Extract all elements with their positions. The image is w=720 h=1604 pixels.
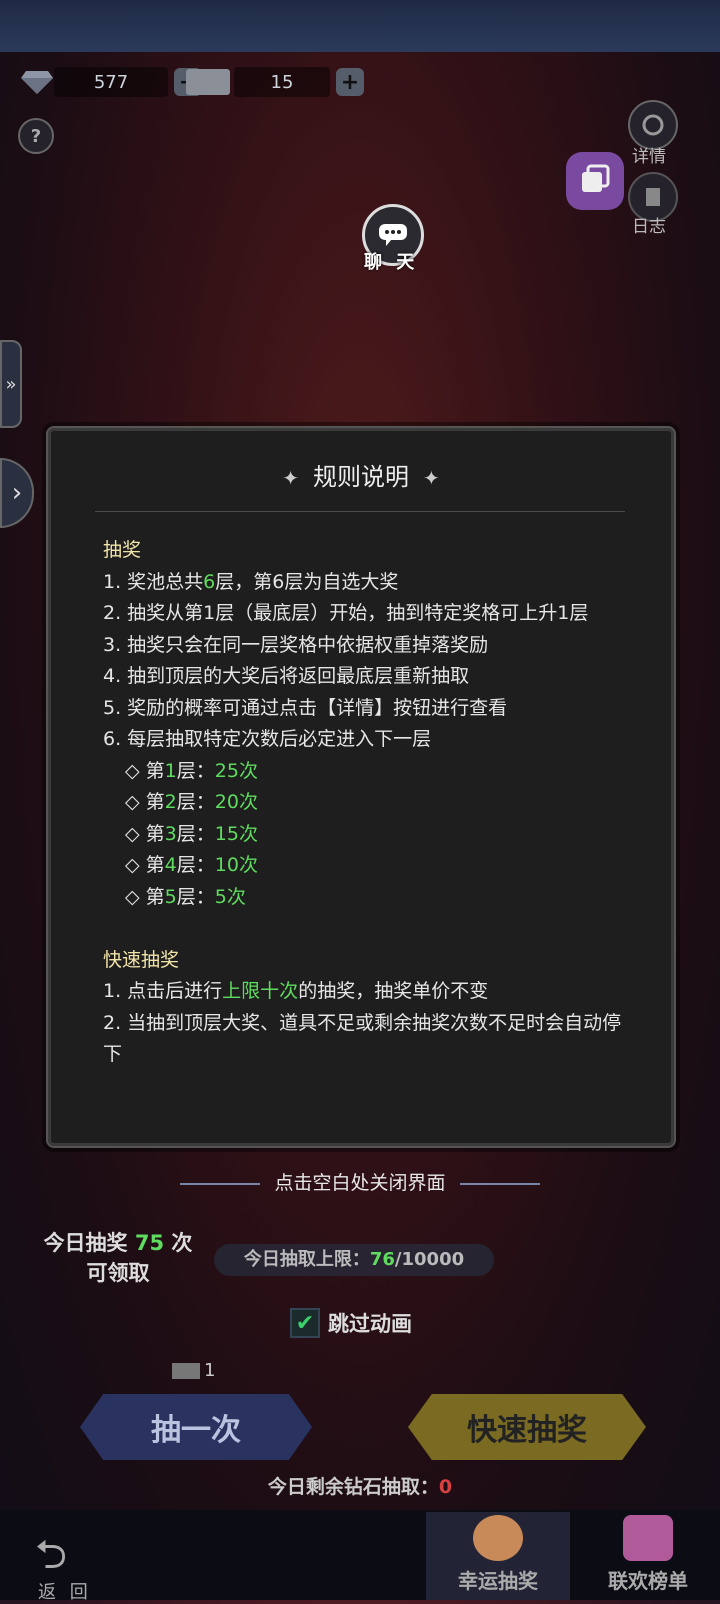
remaining-diamond-draws: 今日剩余钻石抽取：0 [267,1476,453,1498]
add-ticket-button[interactable]: + [336,68,364,96]
skip-animation-label: 跳过动画 [328,1312,412,1336]
chat-bubble-icon [379,224,407,246]
log-label: 日志 [632,217,666,237]
checkbox[interactable]: ✔ [290,1308,320,1338]
ticket-icon [172,1363,200,1379]
fast-draw-button[interactable]: 快速抽奖 [408,1394,646,1460]
tier-line: ◇ 第2层：20次 [125,791,258,813]
divider [95,511,625,512]
draw-once-button[interactable]: 抽一次 [80,1394,312,1460]
top-banner [0,0,720,52]
rule-line: 6. 每层抽取特定次数后必定进入下一层 [103,728,432,750]
help-icon[interactable]: ? [18,118,54,154]
daily-limit: 今日抽取上限：76/10000 [214,1244,494,1276]
tier-line: ◇ 第1层：25次 [125,759,258,782]
detail-label: 详情 [632,147,666,167]
rules-text: 抽奖 1. 奖池总共6层，第6层为自选大奖 2. 抽奖从第1层（最底层）开始，抽… [103,535,633,1071]
skip-animation-toggle[interactable]: ✔ 跳过动画 [290,1308,412,1338]
diamond-icon [21,71,53,94]
floating-window-icon[interactable] [566,152,624,210]
ticket-cost: 1 [172,1360,215,1381]
rule-line: 1. 奖池总共6层，第6层为自选大奖 [103,570,399,593]
panel-title: ✦ 规则说明 ✦ [282,463,440,491]
tab-lucky-draw[interactable]: 幸运抽奖 [426,1512,570,1600]
ticket-icon [186,69,230,95]
tier-line: ◇ 第3层：15次 [125,822,258,845]
diamond-resource: 577 + [20,66,202,98]
ticket-resource: 15 + [186,66,364,98]
rule-line: 1. 点击后进行上限十次的抽奖，抽奖单价不变 [103,980,489,1002]
tier-line: ◇ 第4层：10次 [125,854,258,876]
rules-panel: ✦ 规则说明 ✦ 抽奖 1. 奖池总共6层，第6层为自选大奖 2. 抽奖从第1层（最… [46,426,676,1148]
tab-leaderboard[interactable]: 联欢榜单 [576,1512,720,1600]
magnifier-icon [642,114,664,136]
tier-line: ◇ 第5层：5次 [125,885,246,908]
lucky-draw-icon [473,1515,523,1561]
rule-line: 2. 当抽到顶层大奖、道具不足或剩余抽奖次数不足时会自动停下 [103,1011,622,1066]
section-heading-fast: 快速抽奖 [103,948,180,971]
diamond-ornament-icon: ✦ [282,466,299,490]
section-heading-lottery: 抽奖 [103,539,142,561]
ornament-line [459,1182,540,1185]
left-expand-tab[interactable]: » [0,340,22,428]
today-claimable: 今日抽奖 75 次 可领取 [43,1231,193,1285]
diamond-ornament-icon: ✦ [423,466,440,490]
scroll-icon [646,188,660,206]
rule-line: 2. 抽奖从第1层（最底层）开始，抽到特定奖格可上升1层 [103,602,589,624]
rule-line: 4. 抽到顶层的大奖后将返回最底层重新抽取 [103,665,470,687]
rule-line: 5. 奖励的概率可通过点击【详情】按钮进行查看 [103,696,508,719]
rule-line: 3. 抽奖只会在同一层奖格中依据权重掉落奖励 [103,633,489,656]
close-hint[interactable]: 点击空白处关闭界面 [0,1168,720,1195]
back-label[interactable]: 返 回 [38,1578,92,1604]
diamond-count: 577 [54,67,168,97]
ticket-count: 15 [234,67,330,97]
leaderboard-gift-icon [623,1515,673,1561]
chat-label: 聊 天 [364,252,419,273]
ornament-line [180,1182,261,1185]
